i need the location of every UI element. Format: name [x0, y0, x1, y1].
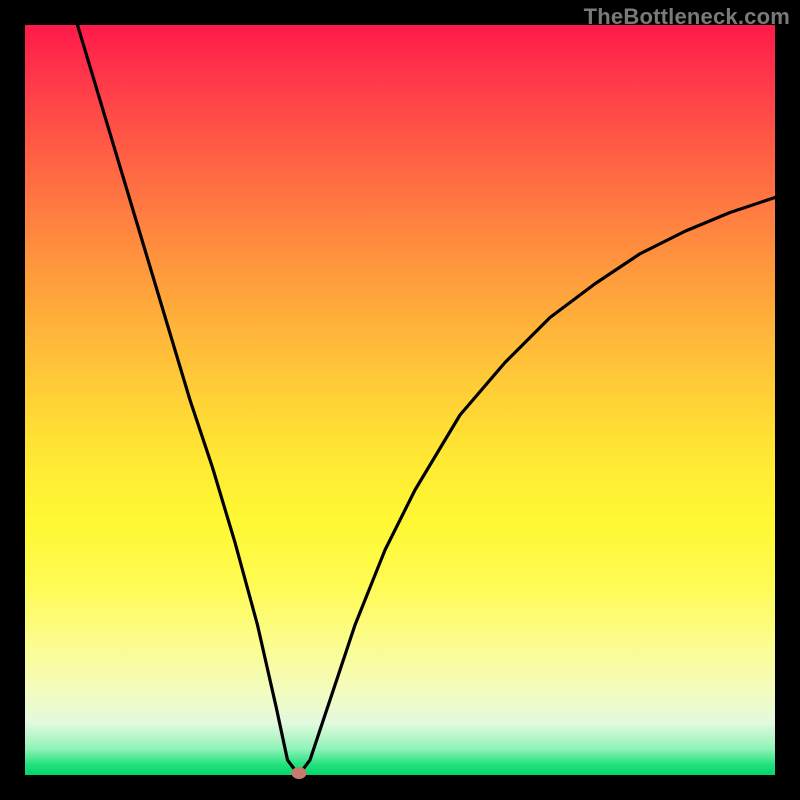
bottleneck-curve [25, 25, 775, 775]
curve-path [78, 25, 776, 775]
chart-plot-area [25, 25, 775, 775]
optimal-point-marker [291, 767, 306, 779]
watermark-text: TheBottleneck.com [584, 4, 790, 30]
